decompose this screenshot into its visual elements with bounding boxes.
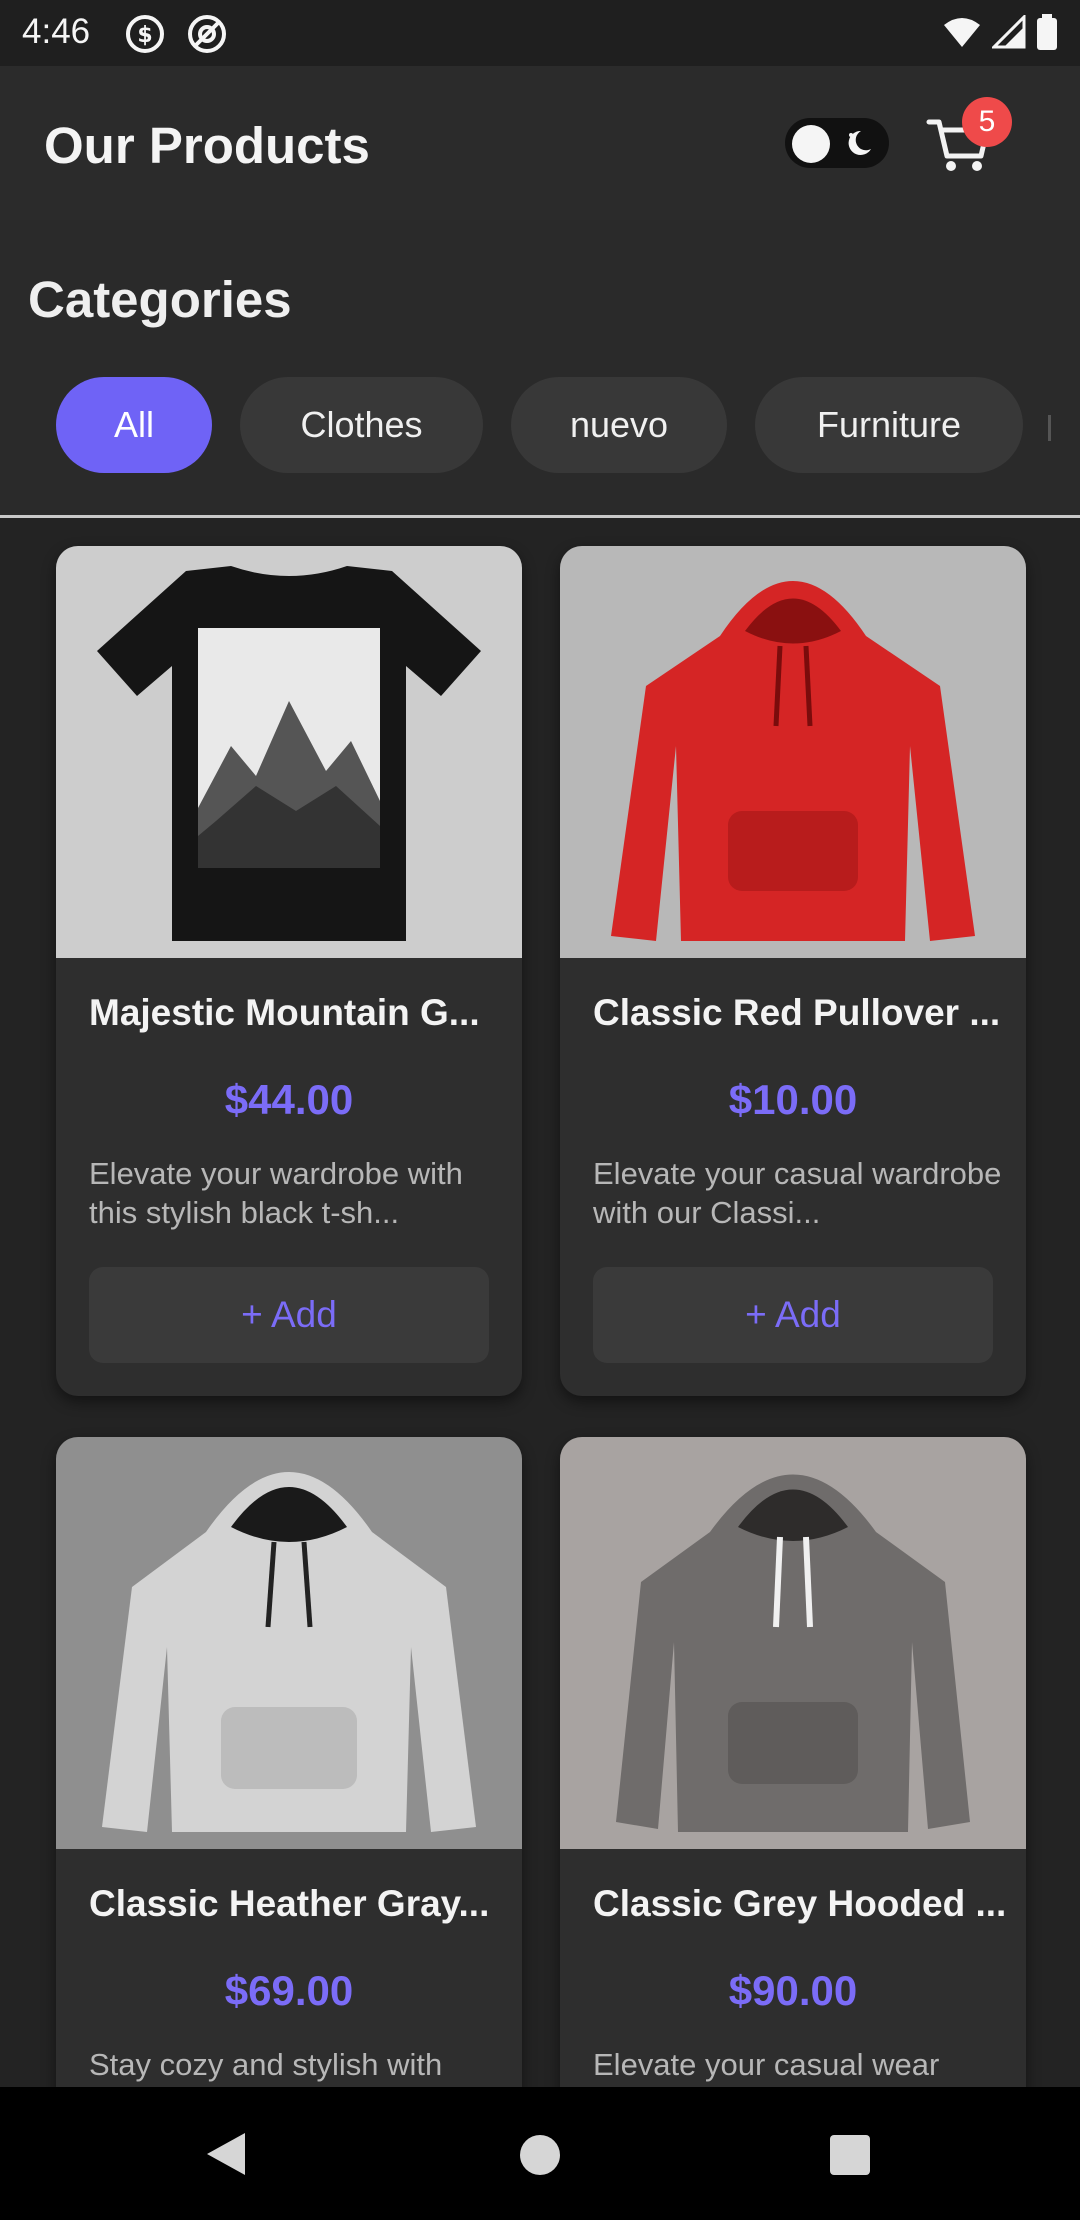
signal-icon [990, 13, 1026, 54]
next-chip-edge [1048, 415, 1051, 441]
home-icon[interactable] [520, 2135, 560, 2175]
product-title: Classic Heather Gray... [89, 1883, 490, 1924]
category-chips: All Clothes nuevo Furniture [56, 377, 1023, 473]
product-price: $90.00 [728, 1967, 858, 2014]
add-to-cart-button[interactable]: + Add [593, 1267, 993, 1363]
cart-icon [925, 119, 995, 182]
product-image-grey-hoodie [560, 1437, 1026, 1849]
category-chip-furniture[interactable]: Furniture [755, 377, 1023, 473]
product-image-red-hoodie [560, 546, 1026, 958]
product-title: Classic Grey Hooded ... [593, 1883, 1007, 1924]
divider [0, 515, 1080, 518]
page-title: Our Products [44, 117, 370, 174]
product-title: Majestic Mountain G... [89, 992, 480, 1033]
moon-icon [841, 127, 875, 164]
product-card[interactable]: Classic Grey Hooded ... $90.00 Elevate y… [560, 1437, 1026, 2117]
product-description: Stay cozy and stylish with [89, 2047, 443, 2082]
svg-text:$: $ [137, 23, 152, 48]
product-description: Elevate your casual wear [593, 2047, 940, 2082]
categories-section: Categories All Clothes nuevo Furniture [0, 220, 1080, 517]
status-time: 4:46 [22, 12, 91, 51]
product-price: $69.00 [224, 1967, 354, 2014]
category-chip-all[interactable]: All [56, 377, 212, 473]
status-bar: 4:46 $ [0, 0, 1080, 66]
wifi-icon [942, 15, 982, 54]
recents-icon[interactable] [830, 2135, 870, 2175]
product-card[interactable]: Majestic Mountain G... $44.00 Elevate yo… [56, 546, 522, 1396]
product-title: Classic Red Pullover ... [593, 992, 1001, 1033]
category-chip-nuevo[interactable]: nuevo [511, 377, 727, 473]
product-description: Elevate your casual wardrobe with our Cl… [593, 1156, 1002, 1230]
back-icon[interactable] [205, 2131, 247, 2182]
product-card[interactable]: Classic Red Pullover ... $10.00 Elevate … [560, 546, 1026, 1396]
category-chip-clothes[interactable]: Clothes [240, 377, 483, 473]
product-description: Elevate your wardrobe with this stylish … [89, 1156, 463, 1230]
product-image-gray-hoodie [56, 1437, 522, 1849]
product-image-tshirt [56, 546, 522, 958]
product-price: $44.00 [224, 1076, 354, 1123]
data-saver-icon: $ [124, 13, 166, 60]
add-to-cart-button[interactable]: + Add [89, 1267, 489, 1363]
cart-count-badge: 5 [962, 97, 1012, 147]
no-disturb-icon [186, 13, 228, 60]
battery-icon [1036, 14, 1058, 55]
product-card[interactable]: Classic Heather Gray... $69.00 Stay cozy… [56, 1437, 522, 2117]
categories-heading: Categories [28, 271, 292, 328]
theme-toggle[interactable] [785, 118, 889, 168]
product-price: $10.00 [728, 1076, 858, 1123]
toggle-knob [792, 125, 830, 163]
app-bar: Our Products [0, 66, 1080, 222]
system-nav-bar [0, 2087, 1080, 2220]
